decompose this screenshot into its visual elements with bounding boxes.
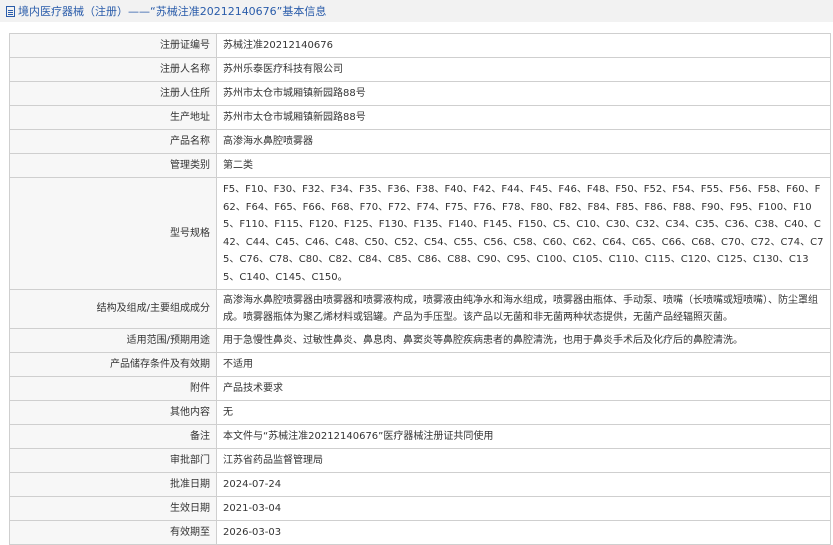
row-value: 无 <box>216 400 831 425</box>
row-value: 苏械注准20212140676 <box>216 33 831 58</box>
row-value: 2024-07-24 <box>216 472 831 497</box>
table-row: 附件 产品技术要求 <box>9 376 831 401</box>
row-value: F5、F10、F30、F32、F34、F35、F36、F38、F40、F42、F… <box>216 177 831 290</box>
row-label: 生效日期 <box>9 496 217 521</box>
table-row: 备注 本文件与“苏械注准20212140676”医疗器械注册证共同使用 <box>9 424 831 449</box>
table-row: 有效期至 2026-03-03 <box>9 520 831 545</box>
row-label: 注册人名称 <box>9 57 217 82</box>
row-label: 批准日期 <box>9 472 217 497</box>
row-label: 产品名称 <box>9 129 217 154</box>
row-value: 江苏省药品监督管理局 <box>216 448 831 473</box>
table-row: 生效日期 2021-03-04 <box>9 496 831 521</box>
row-label: 产品储存条件及有效期 <box>9 352 217 377</box>
table-row: 产品储存条件及有效期 不适用 <box>9 352 831 377</box>
table-row: 管理类别 第二类 <box>9 153 831 178</box>
row-value: 本文件与“苏械注准20212140676”医疗器械注册证共同使用 <box>216 424 831 449</box>
row-label: 适用范围/预期用途 <box>9 328 217 353</box>
table-row: 注册人名称 苏州乐泰医疗科技有限公司 <box>9 57 831 82</box>
table-row: 适用范围/预期用途 用于急慢性鼻炎、过敏性鼻炎、鼻息肉、鼻窦炎等鼻腔疾病患者的鼻… <box>9 328 831 353</box>
row-label: 生产地址 <box>9 105 217 130</box>
row-value: 第二类 <box>216 153 831 178</box>
row-value: 苏州市太仓市城厢镇新园路88号 <box>216 81 831 106</box>
row-label: 管理类别 <box>9 153 217 178</box>
row-value: 2026-03-03 <box>216 520 831 545</box>
row-value: 不适用 <box>216 352 831 377</box>
row-label: 型号规格 <box>9 177 217 290</box>
row-value: 高渗海水鼻腔喷雾器 <box>216 129 831 154</box>
row-label: 注册人住所 <box>9 81 217 106</box>
row-label: 附件 <box>9 376 217 401</box>
row-label: 注册证编号 <box>9 33 217 58</box>
row-label: 审批部门 <box>9 448 217 473</box>
table-row: 审批部门 江苏省药品监督管理局 <box>9 448 831 473</box>
row-value: 苏州乐泰医疗科技有限公司 <box>216 57 831 82</box>
table-row: 批准日期 2024-07-24 <box>9 472 831 497</box>
table-row: 其他内容 无 <box>9 400 831 425</box>
row-label: 有效期至 <box>9 520 217 545</box>
row-value: 2021-03-04 <box>216 496 831 521</box>
info-table: 注册证编号 苏械注准20212140676 注册人名称 苏州乐泰医疗科技有限公司… <box>9 33 831 545</box>
table-row: 注册证编号 苏械注准20212140676 <box>9 33 831 58</box>
row-value: 产品技术要求 <box>216 376 831 401</box>
table-row: 注册人住所 苏州市太仓市城厢镇新园路88号 <box>9 81 831 106</box>
table-row: 生产地址 苏州市太仓市城厢镇新园路88号 <box>9 105 831 130</box>
row-value: 用于急慢性鼻炎、过敏性鼻炎、鼻息肉、鼻窦炎等鼻腔疾病患者的鼻腔清洗，也用于鼻炎手… <box>216 328 831 353</box>
document-icon <box>6 5 15 17</box>
table-row: 结构及组成/主要组成成分 高渗海水鼻腔喷雾器由喷雾器和喷雾液构成，喷雾液由纯净水… <box>9 289 831 329</box>
row-value: 高渗海水鼻腔喷雾器由喷雾器和喷雾液构成，喷雾液由纯净水和海水组成，喷雾器由瓶体、… <box>216 289 831 329</box>
row-label: 其他内容 <box>9 400 217 425</box>
row-label: 结构及组成/主要组成成分 <box>9 289 217 329</box>
page-title: 境内医疗器械（注册）——“苏械注准20212140676”基本信息 <box>18 5 327 18</box>
row-value: 苏州市太仓市城厢镇新园路88号 <box>216 105 831 130</box>
table-row: 产品名称 高渗海水鼻腔喷雾器 <box>9 129 831 154</box>
row-label: 备注 <box>9 424 217 449</box>
table-row: 型号规格 F5、F10、F30、F32、F34、F35、F36、F38、F40、… <box>9 177 831 290</box>
page-header: 境内医疗器械（注册）——“苏械注准20212140676”基本信息 <box>0 0 833 22</box>
